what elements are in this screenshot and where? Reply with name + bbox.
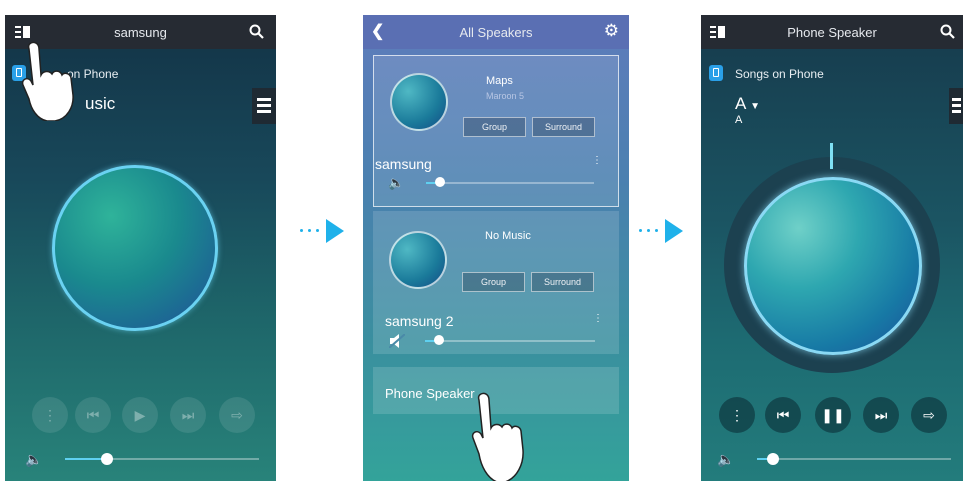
screen-title: All Speakers bbox=[459, 25, 533, 40]
volume-slider[interactable] bbox=[757, 458, 951, 460]
album-thumbnail bbox=[389, 231, 447, 289]
chevron-down-icon: ▼ bbox=[750, 101, 761, 112]
previous-icon[interactable]: ⏮ bbox=[765, 397, 801, 433]
settings-icon[interactable]: ⚙ bbox=[604, 22, 619, 39]
track-title-text: A bbox=[735, 94, 746, 113]
connect-icon[interactable]: ⇨ bbox=[219, 397, 255, 433]
album-art bbox=[52, 165, 218, 331]
menu-tab[interactable] bbox=[252, 88, 276, 124]
speaker-group-card[interactable]: Maps Maroon 5 Group Surround samsung ⋮ 🔈 bbox=[373, 55, 619, 207]
more-icon[interactable]: ⋮ bbox=[32, 397, 68, 433]
more-icon[interactable]: ⋮ bbox=[593, 313, 603, 324]
flow-arrow-1 bbox=[300, 218, 348, 244]
pointing-hand-icon bbox=[21, 41, 91, 126]
volume-icon[interactable]: 🔈 bbox=[25, 452, 42, 467]
surround-button[interactable]: Surround bbox=[531, 272, 594, 292]
screen-title: samsung bbox=[114, 25, 167, 40]
play-icon[interactable]: ▶ bbox=[122, 397, 158, 433]
speaker-name: samsung bbox=[375, 156, 432, 172]
album-art bbox=[744, 177, 922, 355]
phone-speaker-label: Phone Speaker bbox=[385, 386, 475, 401]
speaker-group-card[interactable]: No Music Group Surround samsung 2 ⋮ bbox=[373, 211, 619, 354]
screen-title: Phone Speaker bbox=[787, 25, 877, 40]
group-button[interactable]: Group bbox=[462, 272, 525, 292]
speaker-name: samsung 2 bbox=[385, 313, 454, 329]
flow-arrow-2 bbox=[639, 218, 687, 244]
volume-knob[interactable] bbox=[101, 453, 113, 465]
progress-marker bbox=[830, 143, 833, 169]
screen-all-speakers: ❮ All Speakers ⚙ Maps Maroon 5 Group Sur… bbox=[363, 15, 629, 481]
screen-samsung-player: samsung on Phone usic ⋮ ⏮ ▶ ⏭ ⇨ 🔈 bbox=[5, 15, 276, 481]
phone-source-icon[interactable] bbox=[709, 65, 723, 81]
volume-knob[interactable] bbox=[435, 177, 445, 187]
track-artist: Maroon 5 bbox=[486, 91, 525, 101]
more-icon[interactable]: ⋮ bbox=[592, 155, 602, 166]
menu-tab[interactable] bbox=[949, 88, 963, 124]
surround-button[interactable]: Surround bbox=[532, 117, 595, 137]
track-title: No Music bbox=[485, 230, 531, 242]
screen-phone-speaker-player: Phone Speaker Songs on Phone A ▼ A ⋮ ⏮ ❚… bbox=[701, 15, 963, 481]
album-thumbnail bbox=[390, 73, 448, 131]
volume-knob[interactable] bbox=[767, 453, 779, 465]
pause-icon[interactable]: ❚❚ bbox=[815, 397, 851, 433]
track-title: Maps bbox=[486, 75, 513, 87]
pointing-hand-icon bbox=[471, 392, 541, 481]
volume-slider[interactable] bbox=[426, 182, 594, 184]
search-icon[interactable] bbox=[249, 24, 264, 42]
source-label[interactable]: Songs on Phone bbox=[735, 67, 824, 81]
track-artist: A bbox=[735, 114, 743, 126]
next-icon[interactable]: ⏭ bbox=[863, 397, 899, 433]
volume-knob[interactable] bbox=[434, 335, 444, 345]
next-icon[interactable]: ⏭ bbox=[170, 397, 206, 433]
group-button[interactable]: Group bbox=[463, 117, 526, 137]
connect-icon[interactable]: ⇨ bbox=[911, 397, 947, 433]
volume-icon[interactable]: 🔈 bbox=[388, 175, 404, 190]
title-bar: ❮ All Speakers ⚙ bbox=[363, 15, 629, 49]
title-bar: Phone Speaker bbox=[701, 15, 963, 49]
track-title[interactable]: A ▼ bbox=[735, 94, 760, 114]
search-icon[interactable] bbox=[940, 24, 955, 42]
volume-icon[interactable]: 🔈 bbox=[717, 452, 734, 467]
previous-icon[interactable]: ⏮ bbox=[75, 397, 111, 433]
more-icon[interactable]: ⋮ bbox=[719, 397, 755, 433]
mute-icon[interactable] bbox=[388, 333, 406, 351]
volume-slider[interactable] bbox=[425, 340, 595, 342]
